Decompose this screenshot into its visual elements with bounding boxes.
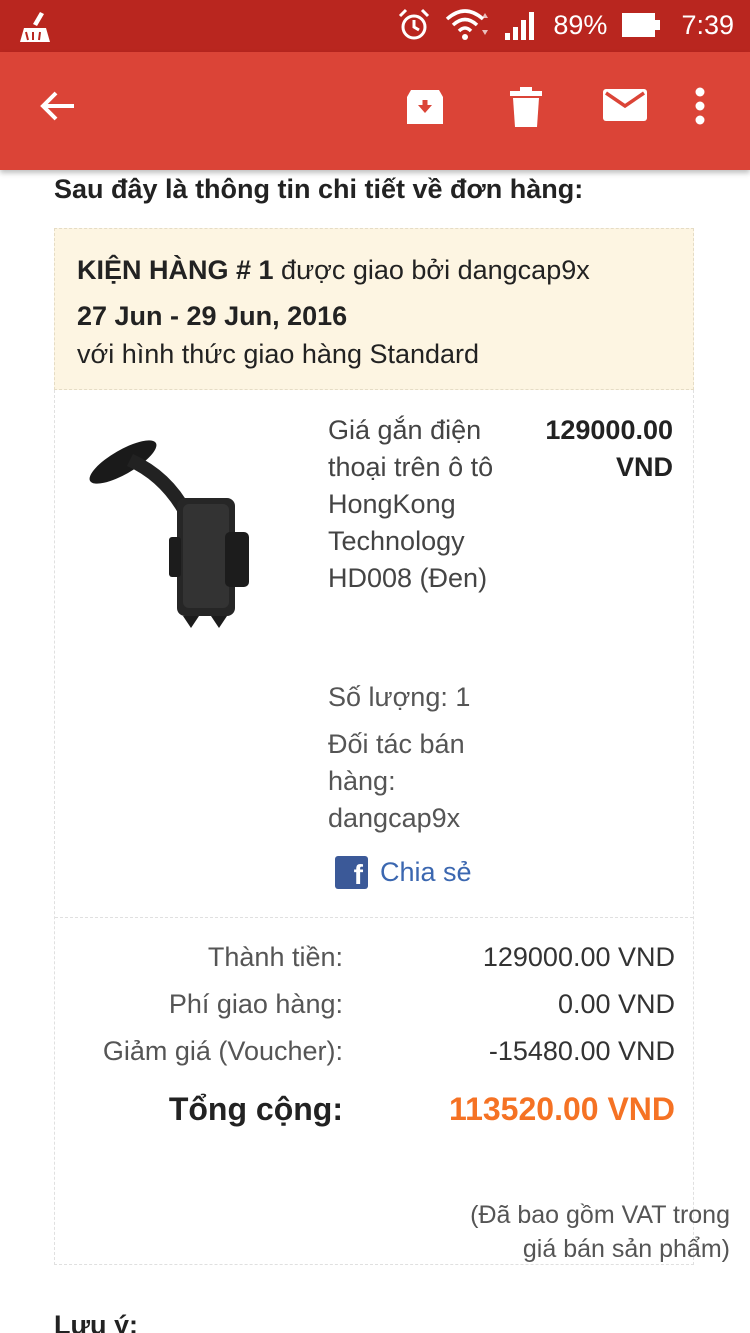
subtotal-value: 129000.00 VND xyxy=(482,942,675,972)
product-image[interactable] xyxy=(83,432,283,632)
status-bar: 89% 7:39 xyxy=(0,0,750,52)
total-label: Tổng cộng: xyxy=(168,1091,343,1127)
discount-label: Giảm giá (Voucher): xyxy=(102,1036,343,1066)
battery-icon xyxy=(622,13,661,37)
signal-icon xyxy=(505,12,535,40)
package-title: KIỆN HÀNG # 1 được giao bởi dangcap9x xyxy=(77,255,590,286)
product-quantity: Số lượng: 1 xyxy=(328,682,471,712)
shipping-fee-label: Phí giao hàng: xyxy=(168,989,343,1019)
subtotal-label: Thành tiền: xyxy=(207,942,343,972)
package-label: KIỆN HÀNG # 1 xyxy=(77,255,274,285)
more-vert-icon[interactable] xyxy=(694,86,706,126)
clock: 7:39 xyxy=(681,9,734,40)
back-arrow-icon[interactable] xyxy=(38,86,78,126)
mark-unread-icon[interactable] xyxy=(602,86,648,124)
delivery-date-range: 27 Jun - 29 Jun, 2016 xyxy=(77,301,348,331)
shipping-fee-value: 0.00 VND xyxy=(557,989,675,1019)
battery-percent: 89% xyxy=(553,9,608,40)
package-delivered-by: được giao bởi dangcap9x xyxy=(273,255,590,285)
note-heading: Lưu ý: xyxy=(54,1310,139,1333)
order-item-box: Giá gắn điện thoại trên ô tô HongKong Te… xyxy=(54,390,694,1265)
facebook-icon: f xyxy=(335,856,368,889)
product-price: 129000.00 VND xyxy=(545,415,673,482)
archive-icon[interactable] xyxy=(404,86,446,128)
total-value: 113520.00 VND xyxy=(449,1091,675,1127)
share-label: Chia sẻ xyxy=(380,857,472,887)
product-name[interactable]: Giá gắn điện thoại trên ô tô HongKong Te… xyxy=(328,412,508,597)
vat-note: (Đã bao gồm VAT trong giá bán sản phẩm) xyxy=(470,1201,730,1263)
shipping-method: với hình thức giao hàng Standard xyxy=(77,339,480,369)
package-header: KIỆN HÀNG # 1 được giao bởi dangcap9x 27… xyxy=(54,228,694,390)
email-body: Sau đây là thông tin chi tiết về đơn hàn… xyxy=(0,170,750,1333)
cleaner-app-icon xyxy=(20,12,50,42)
seller-info: Đối tác bán hàng: dangcap9x xyxy=(328,729,465,833)
share-button[interactable]: f Chia sẻ xyxy=(335,856,472,889)
order-intro-text: Sau đây là thông tin chi tiết về đơn hàn… xyxy=(54,174,584,204)
wifi-icon xyxy=(446,9,489,40)
app-bar xyxy=(0,52,750,170)
summary-divider xyxy=(55,917,693,918)
alarm-icon xyxy=(399,8,430,40)
delete-icon[interactable] xyxy=(508,86,544,128)
discount-value: -15480.00 VND xyxy=(488,1036,675,1066)
